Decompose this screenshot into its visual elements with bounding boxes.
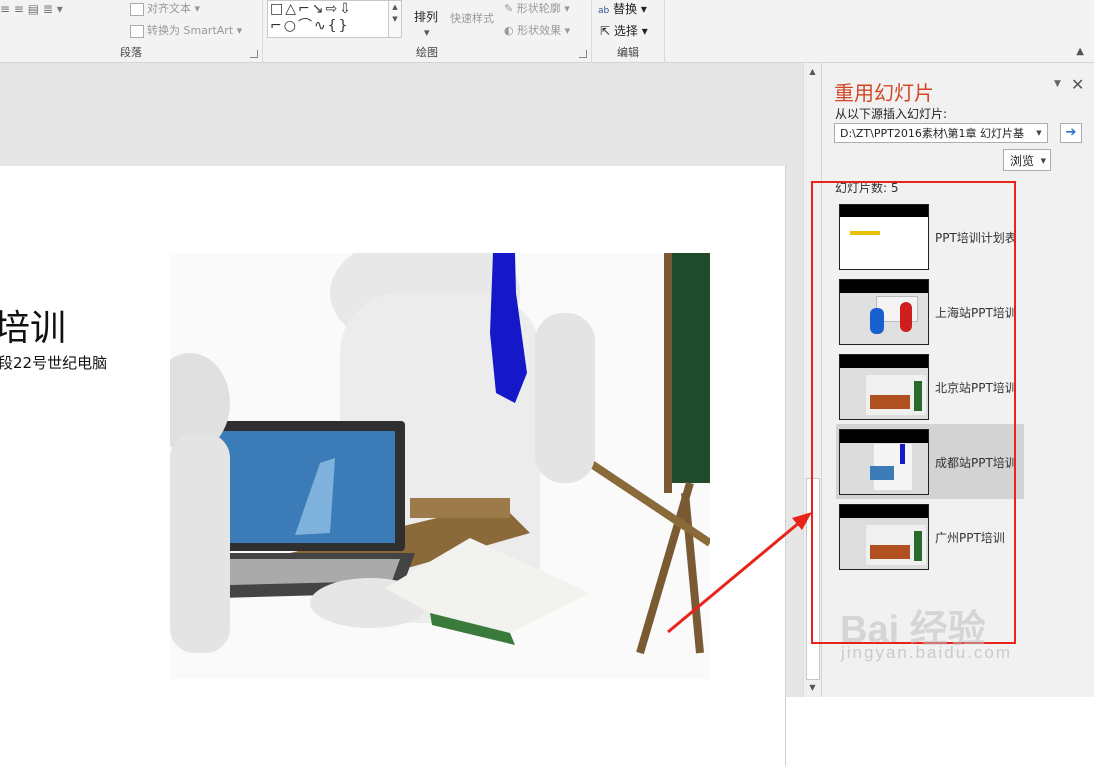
source-path-combobox[interactable]: D:\ZT\PPT2016素材\第1章 幻灯片基 ▼ (834, 123, 1048, 143)
slide-list-item[interactable]: 广州PPT培训 (836, 499, 1024, 574)
slide-thumbnail (839, 204, 929, 270)
shapes-gallery[interactable]: □△⌐↘⇨⇩ ⌐○⌒∿{} (267, 0, 391, 38)
slide-training-illustration[interactable] (170, 253, 710, 679)
pane-options-icon[interactable]: ▼ (1054, 79, 1061, 89)
browse-button[interactable]: 浏览 ▼ (1003, 149, 1051, 171)
shape-outline-button[interactable]: ✎ 形状轮廓 ▾ (504, 0, 570, 16)
slide-list-label: 北京站PPT培训 (935, 381, 1017, 395)
scroll-up-icon[interactable]: ▲ (804, 65, 821, 79)
paragraph-align-icons[interactable]: ≡ ≡ ▤ ≣ ▾ (0, 2, 63, 16)
reuse-slides-pane: 重用幻灯片 ▼ ✕ 从以下源插入幻灯片: D:\ZT\PPT2016素材\第1章… (821, 63, 1094, 697)
scrollbar-thumb[interactable] (806, 478, 820, 680)
slide-list-label: 成都站PPT培训 (935, 456, 1017, 470)
slide-subtitle[interactable]: 段22号世纪电脑 (0, 352, 107, 373)
chevron-down-icon[interactable]: ▼ (1031, 124, 1047, 142)
slide-list-item[interactable]: 北京站PPT培训 (836, 349, 1024, 424)
smartart-icon (130, 24, 144, 38)
replace-icon: ab (598, 6, 610, 16)
go-arrow-button[interactable]: ➔ (1060, 123, 1082, 143)
slide-list-item[interactable]: 上海站PPT培训 (836, 274, 1024, 349)
slide-workspace: 培训 段22号世纪电脑 (0, 63, 803, 766)
select-button[interactable]: ⇱ 选择 ▾ (600, 22, 648, 39)
paragraph-group: ≡ ≡ ▤ ≣ ▾ 对齐文本 ▾ 转换为 SmartArt ▾ 段落 (0, 0, 263, 62)
training-illustration-image (170, 253, 710, 679)
source-path-value: D:\ZT\PPT2016素材\第1章 幻灯片基 (840, 127, 1025, 140)
slide-list-item[interactable]: PPT培训计划表 (836, 199, 1024, 274)
shape-effects-button[interactable]: ◐ 形状效果 ▾ (504, 22, 570, 38)
arrange-button[interactable]: 排列 (414, 8, 438, 25)
shapes-gallery-scroll[interactable]: ▲ ▼ (388, 0, 402, 38)
cursor-icon: ⇱ (600, 24, 611, 38)
slide-thumbnail (839, 429, 929, 495)
quick-styles-button[interactable]: 快速样式 (450, 10, 494, 26)
effects-icon: ◐ (504, 24, 514, 37)
editing-group: ab 替换 ▾ ⇱ 选择 ▾ 编辑 (592, 0, 665, 62)
scroll-down-icon[interactable]: ▼ (804, 681, 821, 695)
drawing-group-label: 绘图 (416, 46, 438, 59)
replace-button[interactable]: ab 替换 ▾ (598, 0, 647, 17)
shapes-gallery-row[interactable]: □△⌐↘⇨⇩ (270, 1, 390, 18)
convert-smartart-button[interactable]: 转换为 SmartArt ▾ (130, 22, 242, 38)
align-text-icon (130, 2, 144, 16)
pane-title: 重用幻灯片 (834, 81, 934, 105)
slide-list-item[interactable]: 成都站PPT培训 (836, 424, 1024, 499)
align-text-button[interactable]: 对齐文本 ▾ (130, 0, 200, 16)
slide-canvas[interactable]: 培训 段22号世纪电脑 (0, 166, 786, 766)
pen-icon: ✎ (504, 2, 514, 15)
ribbon: ≡ ≡ ▤ ≣ ▾ 对齐文本 ▾ 转换为 SmartArt ▾ 段落 绘图 □△… (0, 0, 1094, 63)
slide-title[interactable]: 培训 (0, 299, 66, 351)
paragraph-group-label: 段落 (120, 46, 142, 59)
slide-count: 幻灯片数: 5 (835, 181, 899, 195)
arrow-right-icon: ➔ (1065, 125, 1077, 140)
slide-thumbnail (839, 354, 929, 420)
chevron-down-icon: ▼ (1040, 157, 1046, 165)
slide-thumbnail (839, 504, 929, 570)
slides-list: PPT培训计划表 上海站PPT培训 北京站PPT培训 成都站PPT培训 广州PP… (836, 199, 1024, 574)
editing-group-label: 编辑 (617, 46, 639, 59)
slide-thumbnail (839, 279, 929, 345)
slide-vertical-scrollbar[interactable]: ▲ ▼ (803, 63, 821, 697)
drawing-dialog-launcher-icon[interactable] (579, 50, 587, 58)
slide-list-label: 上海站PPT培训 (935, 306, 1017, 320)
source-label: 从以下源插入幻灯片: (835, 107, 948, 121)
close-icon[interactable]: ✕ (1071, 75, 1084, 94)
paragraph-dialog-launcher-icon[interactable] (250, 50, 258, 58)
slide-list-label: 广州PPT培训 (935, 531, 1005, 545)
slide-list-label: PPT培训计划表 (935, 231, 1017, 245)
collapse-ribbon-icon[interactable]: ▲ (1076, 46, 1084, 57)
arrange-dropdown-icon: ▾ (424, 26, 430, 39)
shapes-gallery-row[interactable]: ⌐○⌒∿{} (270, 18, 390, 35)
